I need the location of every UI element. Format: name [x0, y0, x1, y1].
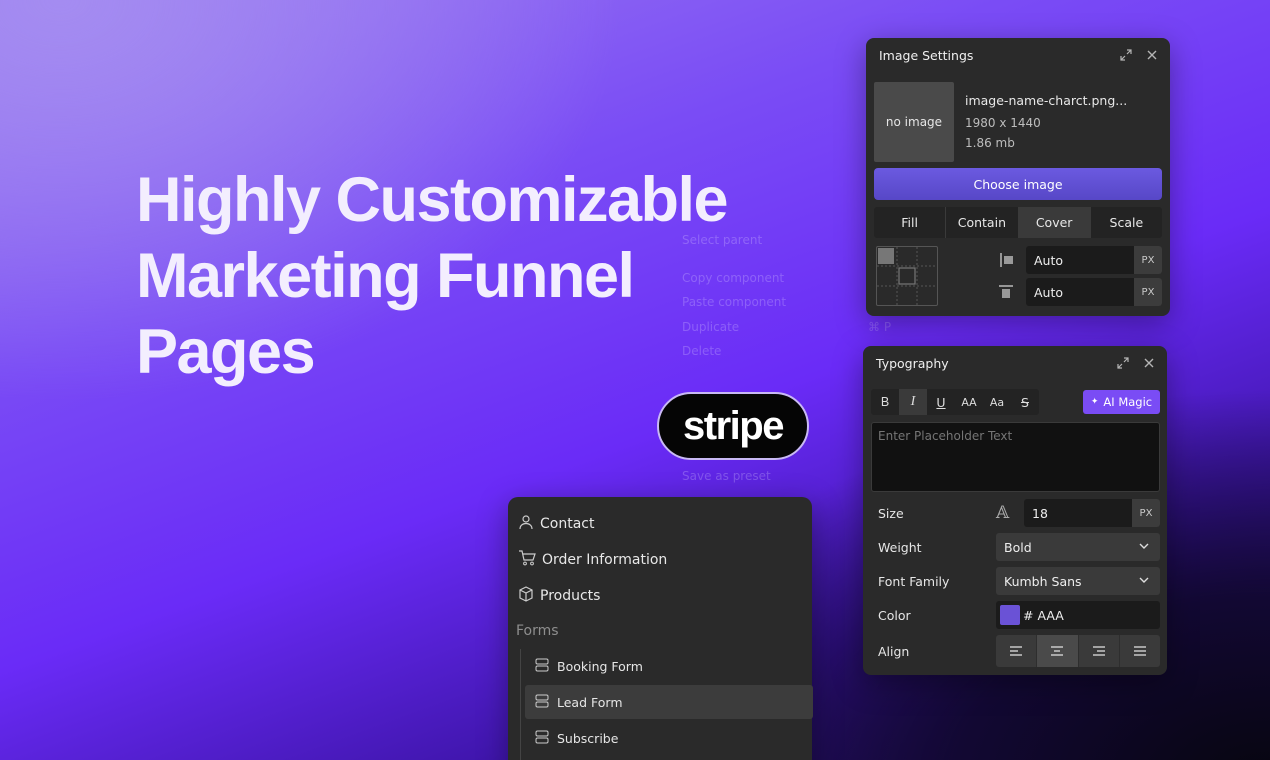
box-icon: [518, 586, 534, 606]
form-item-label: Lead Form: [557, 694, 623, 710]
align-label: Align: [878, 644, 910, 659]
align-left-icon[interactable]: [996, 635, 1038, 667]
nav-item-label: Products: [540, 588, 601, 604]
form-item-label: Subscribe: [557, 730, 619, 746]
menu-item-copy[interactable]: Copy component: [682, 271, 784, 285]
unit-button[interactable]: PX: [1132, 499, 1160, 527]
weight-label: Weight: [878, 540, 922, 555]
file-name: image-name-charct.png...: [965, 93, 1128, 108]
color-swatch[interactable]: [1000, 605, 1020, 625]
align-right-icon[interactable]: [1079, 635, 1120, 667]
bold-button[interactable]: B: [871, 389, 899, 415]
align-center-icon[interactable]: [1037, 635, 1079, 667]
color-label: Color: [878, 608, 911, 623]
expand-icon[interactable]: [1119, 48, 1133, 66]
expand-icon[interactable]: [1116, 356, 1130, 374]
width-input[interactable]: Auto PX: [1026, 246, 1162, 274]
thumbnail-text: no image: [885, 115, 943, 129]
typography-panel: Typography B I U AA Aa S ✦ AI Magic Size…: [863, 346, 1167, 675]
menu-item-save-preset[interactable]: Save as preset: [682, 469, 771, 483]
form-icon: [535, 730, 549, 747]
nav-item-order-information[interactable]: Order Information: [518, 548, 667, 572]
hero-line-1: Highly Customizable: [136, 165, 729, 235]
menu-item-select-parent[interactable]: Select parent: [682, 233, 762, 247]
shortcut-hint: ⌘ P: [868, 320, 892, 334]
panel-title: Typography: [876, 356, 949, 371]
fit-option-fill[interactable]: Fill: [874, 207, 947, 238]
height-value: Auto: [1034, 285, 1064, 300]
chevron-down-icon: [1138, 572, 1150, 591]
hero-heading: Highly Customizable Marketing Funnel Pag…: [136, 162, 729, 390]
hero-line-2: Marketing Funnel: [136, 241, 635, 311]
close-icon[interactable]: [1145, 48, 1159, 66]
width-value: Auto: [1034, 253, 1064, 268]
font-family-label: Font Family: [878, 574, 950, 589]
capitalize-button[interactable]: Aa: [983, 389, 1011, 415]
align-justify-icon[interactable]: [1120, 635, 1160, 667]
file-size: 1.86 mb: [965, 136, 1015, 150]
panel-title: Image Settings: [879, 48, 974, 63]
height-icon: [998, 284, 1014, 304]
font-size-icon: 𝔸: [996, 503, 1010, 523]
weight-value: Bold: [1004, 540, 1032, 555]
form-item-lead[interactable]: Lead Form: [525, 685, 813, 719]
menu-item-delete[interactable]: Delete: [682, 344, 721, 358]
ai-magic-button[interactable]: ✦ AI Magic: [1083, 390, 1160, 414]
image-settings-panel: Image Settings no image image-name-charc…: [866, 38, 1170, 316]
font-family-select[interactable]: Kumbh Sans: [996, 567, 1160, 595]
hero-line-3: Pages: [136, 317, 316, 387]
uppercase-button[interactable]: AA: [955, 389, 983, 415]
fit-option-contain[interactable]: Contain: [946, 207, 1019, 238]
ai-magic-label: AI Magic: [1103, 395, 1153, 409]
nav-item-contact[interactable]: Contact: [518, 512, 594, 536]
fit-segmented-control: Fill Contain Cover Scale: [874, 207, 1162, 238]
color-input[interactable]: # AAA: [996, 601, 1160, 629]
weight-select[interactable]: Bold: [996, 533, 1160, 561]
color-value: # AAA: [1023, 608, 1064, 623]
navigation-panel: Contact Order Information Products Forms…: [508, 497, 813, 760]
italic-button[interactable]: I: [899, 389, 927, 415]
form-item-subscribe[interactable]: Subscribe: [525, 721, 813, 755]
choose-image-button[interactable]: Choose image: [874, 168, 1162, 200]
height-input[interactable]: Auto PX: [1026, 278, 1162, 306]
width-icon: [999, 252, 1015, 272]
underline-button[interactable]: U: [927, 389, 955, 415]
fit-option-cover[interactable]: Cover: [1018, 207, 1091, 238]
position-grid[interactable]: [876, 246, 938, 306]
forms-section-label: Forms: [516, 623, 559, 639]
close-icon[interactable]: [1142, 356, 1156, 374]
unit-button[interactable]: PX: [1134, 246, 1162, 274]
image-dimensions: 1980 x 1440: [965, 116, 1041, 130]
nav-item-label: Contact: [540, 516, 595, 532]
align-control: [996, 635, 1160, 667]
forms-list: Booking Form Lead Form Subscribe: [520, 649, 813, 760]
cart-icon: [518, 550, 536, 570]
nav-item-products[interactable]: Products: [518, 584, 600, 608]
format-toolbar: B I U AA Aa S: [871, 389, 1039, 415]
size-value: 18: [1032, 506, 1048, 521]
form-item-booking[interactable]: Booking Form: [525, 649, 813, 683]
form-item-label: Booking Form: [557, 658, 643, 674]
form-icon: [535, 694, 549, 711]
menu-item-paste[interactable]: Paste component: [682, 295, 786, 309]
size-label: Size: [878, 506, 904, 521]
unit-button[interactable]: PX: [1134, 278, 1162, 306]
stripe-logo: stripe: [657, 392, 809, 460]
sparkle-icon: ✦: [1090, 397, 1099, 407]
menu-item-duplicate[interactable]: Duplicate: [682, 320, 739, 334]
chevron-down-icon: [1138, 538, 1150, 557]
strikethrough-button[interactable]: S: [1011, 389, 1039, 415]
nav-item-label: Order Information: [542, 552, 668, 568]
size-input[interactable]: 18 PX: [1024, 499, 1160, 527]
user-icon: [518, 514, 534, 534]
text-input[interactable]: [871, 422, 1160, 492]
font-family-value: Kumbh Sans: [1004, 574, 1082, 589]
fit-option-scale[interactable]: Scale: [1091, 207, 1162, 238]
image-thumbnail[interactable]: no image: [874, 82, 954, 162]
form-icon: [535, 658, 549, 675]
